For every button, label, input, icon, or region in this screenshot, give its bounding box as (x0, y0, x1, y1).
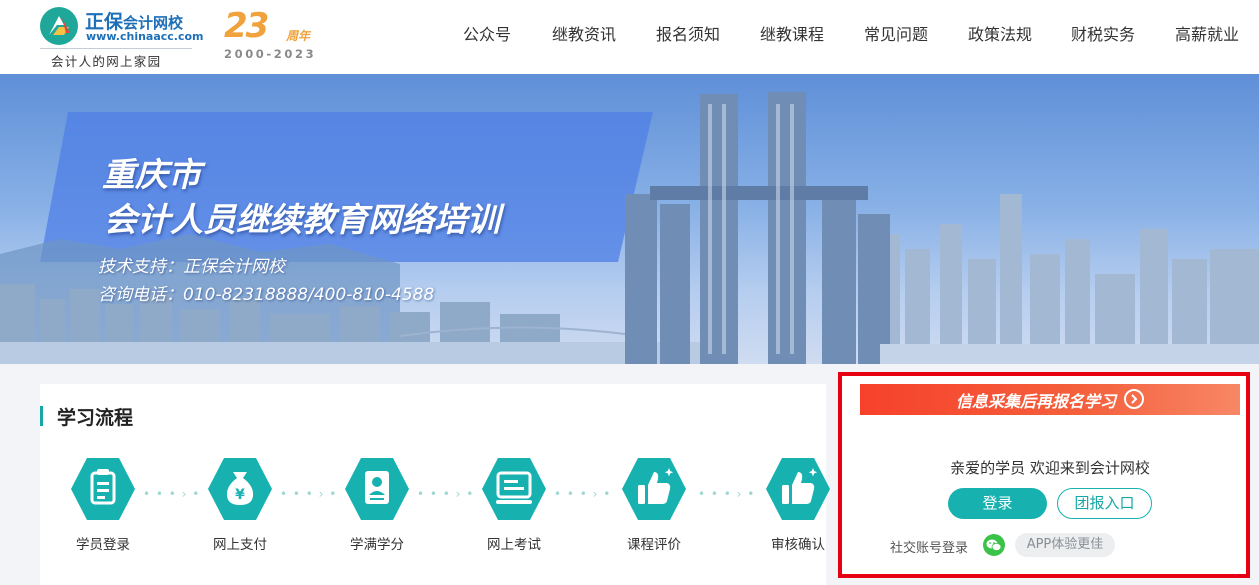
step-connector: • • • › • (698, 487, 756, 501)
nav-item-faq[interactable]: 常见问题 (864, 21, 928, 45)
chevron-right-circle-icon[interactable] (1124, 389, 1144, 409)
hero-banner: 重庆市 会计人员继续教育网络培训 技术支持：正保会计网校 咨询电话：010-82… (0, 74, 1259, 364)
wechat-icon[interactable] (983, 534, 1005, 556)
logo-slogan: 会计人的网上家园 (51, 54, 162, 69)
step-label: 学员登录 (76, 537, 130, 553)
banner-title-city: 重庆市 (102, 155, 201, 194)
nav-item-careers[interactable]: 高薪就业 (1175, 21, 1239, 45)
clipboard-icon (71, 458, 135, 520)
site-logo[interactable]: 正保会计网校 www.chinaacc.com 会计人的网上家园 (40, 5, 204, 69)
anniversary-number: 23 (224, 6, 269, 46)
process-step-payment[interactable]: ¥ 网上支付 (197, 456, 277, 556)
banner-tech-support: 技术支持：正保会计网校 (98, 257, 285, 277)
nav-item-tax-practice[interactable]: 财税实务 (1071, 21, 1135, 45)
step-label: 课程评价 (627, 537, 681, 553)
welcome-message: 亲爱的学员 欢迎来到会计网校 (950, 459, 1150, 477)
social-login-label: 社交账号登录 (890, 541, 969, 556)
info-collection-text: 信息采集后再报名学习 (956, 392, 1117, 411)
process-step-credits[interactable]: 学满学分 (334, 456, 414, 556)
anniversary-suffix: 周年 (286, 29, 311, 43)
process-step-evaluation[interactable]: 课程评价 (611, 456, 691, 556)
login-box: 亲爱的学员 欢迎来到会计网校 登录 团报入口 社交账号登录 APP体验更佳 (860, 415, 1240, 565)
logo-divider (40, 48, 192, 49)
login-panel-highlight: 信息采集后再报名学习 亲爱的学员 欢迎来到会计网校 登录 团报入口 社交账号登录… (838, 372, 1250, 578)
login-button[interactable]: 登录 (948, 488, 1047, 519)
info-collection-banner[interactable]: 信息采集后再报名学习 (860, 384, 1240, 415)
step-connector: • • • › • (417, 487, 475, 501)
nav-item-registration-guide[interactable]: 报名须知 (656, 21, 720, 45)
computer-icon (482, 458, 546, 520)
banner-hotline: 咨询电话：010-82318888/400-810-4588 (98, 285, 435, 305)
thumbs-up-sparkle-icon (766, 458, 830, 520)
step-label: 网上支付 (213, 537, 267, 553)
step-label: 网上考试 (487, 537, 541, 553)
logo-url: www.chinaacc.com (86, 30, 204, 43)
anniversary-years: 2000-2023 (224, 47, 317, 61)
nav-item-courses[interactable]: 继教课程 (760, 21, 824, 45)
site-header: 正保会计网校 www.chinaacc.com 会计人的网上家园 23 周年 2… (0, 0, 1259, 74)
anniversary-badge: 23 周年 2000-2023 (222, 6, 332, 64)
process-step-login[interactable]: 学员登录 (60, 456, 140, 556)
nav-item-news[interactable]: 继教资讯 (552, 21, 616, 45)
process-title: 学习流程 (57, 407, 134, 429)
step-connector: • • • › • (554, 487, 612, 501)
step-label: 学满学分 (350, 537, 404, 553)
learning-process-panel: 学习流程 学员登录 • • • › • ¥ 网上支付 • • • › • 学满学… (40, 384, 830, 585)
process-step-review[interactable]: 审核确认 (755, 456, 835, 556)
svg-text:¥: ¥ (235, 487, 245, 503)
group-registration-button[interactable]: 团报入口 (1057, 488, 1152, 519)
nav-item-policies[interactable]: 政策法规 (968, 21, 1032, 45)
thumbs-up-icon (622, 458, 686, 520)
process-step-exam[interactable]: 网上考试 (471, 456, 551, 556)
banner-title-program: 会计人员继续教育网络培训 (104, 200, 500, 239)
money-bag-icon: ¥ (208, 458, 272, 520)
step-connector: • • • › • (143, 487, 201, 501)
nav-item-wechat-account[interactable]: 公众号 (463, 21, 511, 45)
step-label: 审核确认 (771, 537, 825, 553)
section-accent-bar (40, 406, 43, 426)
app-download-button[interactable]: APP体验更佳 (1015, 533, 1115, 557)
logo-emblem-icon (40, 7, 78, 45)
step-connector: • • • › • (280, 487, 338, 501)
certificate-icon (345, 458, 409, 520)
